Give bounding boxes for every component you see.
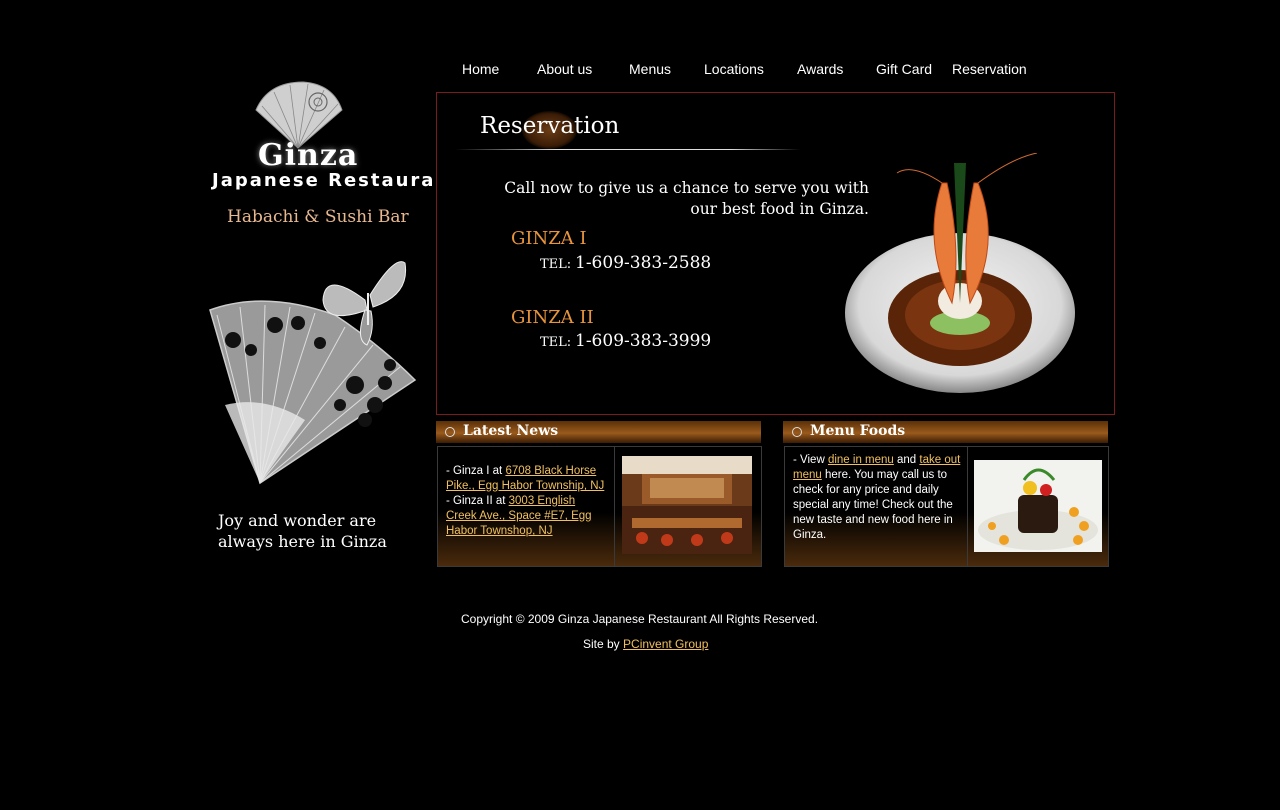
site-credit-prefix: Site by (583, 637, 624, 651)
menu-foods-text: - View dine in menu and take out menu he… (793, 453, 967, 543)
nav-about-us[interactable]: About us (537, 61, 592, 77)
bullet-ring-icon (445, 427, 455, 437)
latest-news-title: Latest News (463, 423, 559, 439)
nav-home[interactable]: Home (462, 61, 499, 77)
menu-foods-panel: - View dine in menu and take out menu he… (784, 446, 1109, 567)
logo-name: Ginza (258, 138, 359, 173)
nav-gift-card[interactable]: Gift Card (876, 61, 932, 77)
tel-label: TEL: (540, 257, 572, 272)
location-name-ginza-1: GINZA I (511, 228, 587, 249)
news-text: - Ginza I at 6708 Black Horse Pike., Egg… (446, 464, 608, 539)
main-nav: Home About us Menus Locations Awards Gif… (446, 61, 1046, 79)
news-item-2-prefix: - Ginza II at (446, 495, 509, 507)
news-item-1-prefix: - Ginza I at (446, 465, 506, 477)
restaurant-interior-photo (622, 456, 752, 554)
site-credit: Site by PCinvent Group (583, 637, 708, 651)
sidebar-motto: Joy and wonder are always here in Ginza (218, 511, 387, 551)
nav-menus[interactable]: Menus (629, 61, 671, 77)
logo-subtitle: Japanese Restaurant (212, 170, 461, 191)
nav-locations[interactable]: Locations (704, 61, 764, 77)
sidebar-tagline: Habachi & Sushi Bar (227, 207, 409, 227)
menu-text-prefix: - View (793, 454, 828, 466)
reservation-panel: Reservation Call now to give us a chance… (436, 92, 1115, 415)
latest-news-header: Latest News (436, 421, 761, 443)
bullet-ring-icon (792, 427, 802, 437)
pcinvent-link[interactable]: PCinvent Group (623, 637, 708, 651)
page-title: Reservation (480, 113, 620, 139)
panel-divider (614, 447, 615, 566)
menu-foods-header: Menu Foods (783, 421, 1108, 443)
nav-reservation[interactable]: Reservation (952, 61, 1027, 77)
fan-butterfly-illustration (209, 261, 417, 485)
latest-news-panel: - Ginza I at 6708 Black Horse Pike., Egg… (437, 446, 762, 567)
phone-number-ginza-1[interactable]: 1-609-383-2588 (575, 253, 711, 273)
phone-number-ginza-2[interactable]: 1-609-383-3999 (575, 331, 711, 351)
nav-awards[interactable]: Awards (797, 61, 843, 77)
menu-foods-title: Menu Foods (810, 423, 906, 439)
tel-label: TEL: (540, 335, 572, 350)
call-now-text: Call now to give us a chance to serve yo… (504, 179, 869, 218)
shrimp-dish-photo (845, 153, 1075, 393)
dine-in-menu-link[interactable]: dine in menu (828, 454, 894, 466)
panel-divider (967, 447, 968, 566)
location-name-ginza-2: GINZA II (511, 307, 594, 328)
menu-text-and: and (893, 454, 920, 466)
copyright-text: Copyright © 2009 Ginza Japanese Restaura… (461, 612, 819, 626)
sushi-dish-photo (974, 460, 1102, 552)
title-divider (455, 149, 800, 150)
